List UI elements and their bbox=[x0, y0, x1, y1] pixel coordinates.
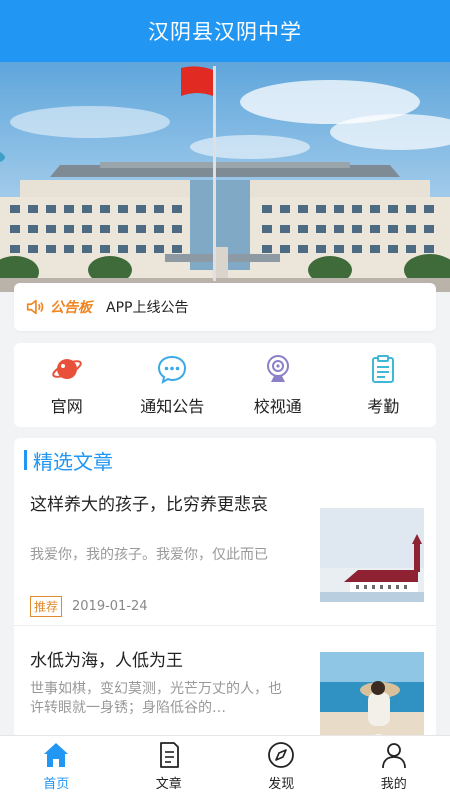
tab-label: 文章 bbox=[155, 777, 182, 792]
webcam-icon bbox=[266, 355, 289, 382]
section-title: 精选文章 bbox=[33, 449, 113, 474]
article-date: 2019-01-24 bbox=[72, 599, 148, 614]
notice-text[interactable]: APP上线公告 bbox=[106, 297, 188, 317]
notice-board-label: 公告板 bbox=[50, 300, 92, 316]
planet-icon bbox=[51, 359, 82, 379]
article-title[interactable]: 水低为海，人低为王 bbox=[30, 650, 290, 673]
section-header: 精选文章 bbox=[14, 438, 436, 482]
featured-articles: 精选文章 这样养大的孩子，比穷养更悲哀 我爱你，我的孩子。我爱你，仅此而已 推荐… bbox=[14, 438, 436, 738]
section-accent-bar bbox=[24, 450, 27, 470]
school-banner-image[interactable] bbox=[0, 62, 450, 292]
tab-articles[interactable]: 文章 bbox=[113, 736, 226, 800]
article-item[interactable]: 这样养大的孩子，比穷养更悲哀 我爱你，我的孩子。我爱你，仅此而已 推荐 2019… bbox=[14, 494, 436, 626]
document-icon bbox=[159, 742, 179, 768]
tab-home[interactable]: 首页 bbox=[0, 736, 113, 800]
article-summary: 我爱你，我的孩子。我爱你，仅此而已 bbox=[30, 547, 268, 563]
notice-board[interactable]: 公告板 APP上线公告 bbox=[14, 283, 436, 331]
compass-icon bbox=[268, 742, 295, 768]
quick-link-notices[interactable]: 通知公告 bbox=[120, 343, 226, 427]
recommend-badge: 推荐 bbox=[30, 596, 63, 617]
quick-link-label: 校视通 bbox=[253, 397, 302, 416]
quick-link-attendance[interactable]: 考勤 bbox=[331, 343, 437, 427]
tab-label: 我的 bbox=[380, 777, 407, 792]
page-title: 汉阴县汉阴中学 bbox=[148, 20, 302, 44]
chat-bubble-icon bbox=[158, 355, 187, 385]
user-icon bbox=[381, 743, 406, 769]
article-title[interactable]: 这样养大的孩子，比穷养更悲哀 bbox=[30, 494, 290, 517]
tab-label: 首页 bbox=[43, 777, 70, 792]
article-summary: 世事如棋，变幻莫测，光芒万丈的人，也许转眼就一身锈；身陷低谷的… bbox=[30, 681, 282, 716]
quick-links: 官网 通知公告 校视通 考勤 bbox=[14, 343, 436, 427]
article-thumbnail[interactable] bbox=[320, 508, 424, 602]
tab-label: 发现 bbox=[268, 777, 295, 792]
tab-discover[interactable]: 发现 bbox=[225, 736, 338, 800]
quick-link-official-site[interactable]: 官网 bbox=[14, 343, 120, 427]
quick-link-label: 考勤 bbox=[367, 397, 400, 416]
tab-profile[interactable]: 我的 bbox=[338, 736, 450, 800]
quick-link-video[interactable]: 校视通 bbox=[225, 343, 331, 427]
clipboard-icon bbox=[372, 355, 395, 383]
home-icon bbox=[44, 743, 69, 767]
quick-link-label: 通知公告 bbox=[140, 397, 205, 416]
article-meta: 推荐 2019-01-24 bbox=[30, 596, 148, 617]
quick-link-label: 官网 bbox=[50, 397, 83, 416]
top-bar: 汉阴县汉阴中学 bbox=[0, 0, 450, 62]
article-thumbnail[interactable] bbox=[320, 652, 424, 738]
speaker-icon bbox=[26, 299, 44, 315]
bottom-tab-bar: 首页 文章 发现 我的 bbox=[0, 735, 450, 800]
article-item[interactable]: 水低为海，人低为王 世事如棋，变幻莫测，光芒万丈的人，也许转眼就一身锈；身陷低谷… bbox=[14, 638, 436, 738]
